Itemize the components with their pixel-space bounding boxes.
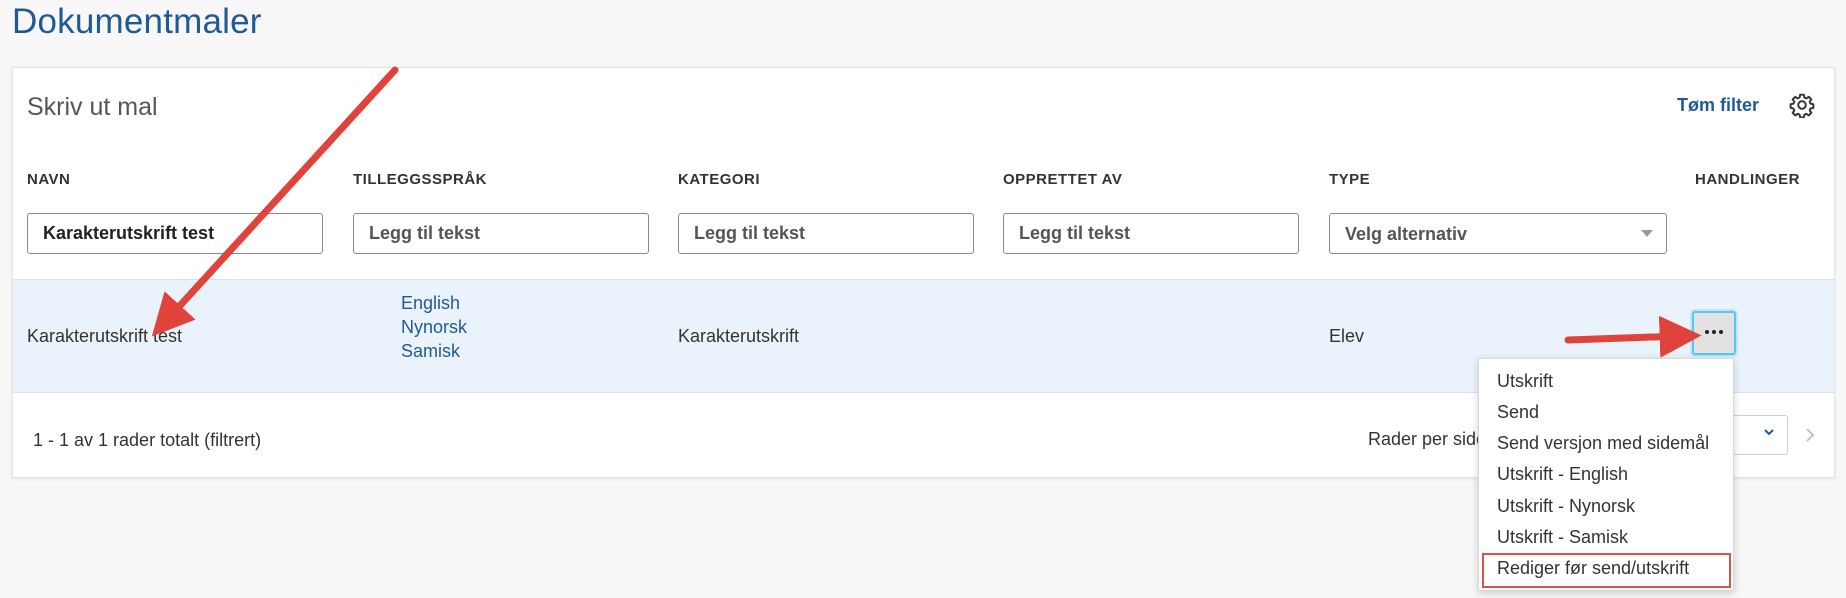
kategori-filter-input[interactable] [678,213,974,254]
column-header-tilleggssprak[interactable]: TILLEGGSSPRÅK [353,171,487,188]
row-count-text: 1 - 1 av 1 rader totalt (filtrert) [33,430,262,450]
menu-item-rediger[interactable]: Rediger før send/utskrift [1497,558,1689,579]
clear-filter-link[interactable]: Tøm filter [1677,95,1759,116]
language-link-nynorsk[interactable]: Nynorsk [401,315,467,339]
column-header-navn[interactable]: NAVN [27,171,70,188]
type-filter-selected: Velg alternativ [1345,224,1468,244]
card-title: Skriv ut mal [27,93,158,121]
menu-item-utskrift[interactable]: Utskrift [1497,371,1553,392]
language-link-samisk[interactable]: Samisk [401,339,467,363]
column-header-type[interactable]: TYPE [1329,171,1370,188]
chevron-right-icon[interactable] [1803,428,1817,442]
opprettet-av-filter-input[interactable] [1003,213,1299,254]
language-link-english[interactable]: English [401,291,467,315]
menu-item-send[interactable]: Send [1497,402,1539,423]
column-header-handlinger: HANDLINGER [1695,171,1800,188]
chevron-down-icon [1764,429,1774,436]
row-actions-button[interactable] [1692,311,1736,355]
actions-dropdown-menu: Utskrift Send Send versjon med sidemål U… [1478,358,1734,591]
menu-item-utskrift-nynorsk[interactable]: Utskrift - Nynorsk [1497,496,1635,517]
more-dots-icon [1705,330,1723,334]
page-title: Dokumentmaler [12,2,262,41]
caret-down-icon [1641,230,1653,237]
menu-item-send-sidemal[interactable]: Send versjon med sidemål [1497,433,1709,454]
menu-item-utskrift-english[interactable]: Utskrift - English [1497,464,1628,485]
type-filter-select[interactable]: Velg alternativ [1329,213,1667,254]
row-type: Elev [1329,326,1365,346]
gear-icon[interactable] [1789,92,1815,118]
row-kategori: Karakterutskrift [678,326,800,346]
tilleggssprak-filter-input[interactable] [353,213,649,254]
row-languages: English Nynorsk Samisk [401,291,467,363]
column-header-opprettet-av[interactable]: OPPRETTET AV [1003,171,1122,188]
navn-filter-input[interactable] [27,213,323,254]
column-header-kategori[interactable]: KATEGORI [678,171,760,188]
row-navn: Karakterutskrift test [27,326,183,346]
rows-per-page-label: Rader per side [1368,429,1487,449]
menu-item-utskrift-samisk[interactable]: Utskrift - Samisk [1497,527,1628,548]
